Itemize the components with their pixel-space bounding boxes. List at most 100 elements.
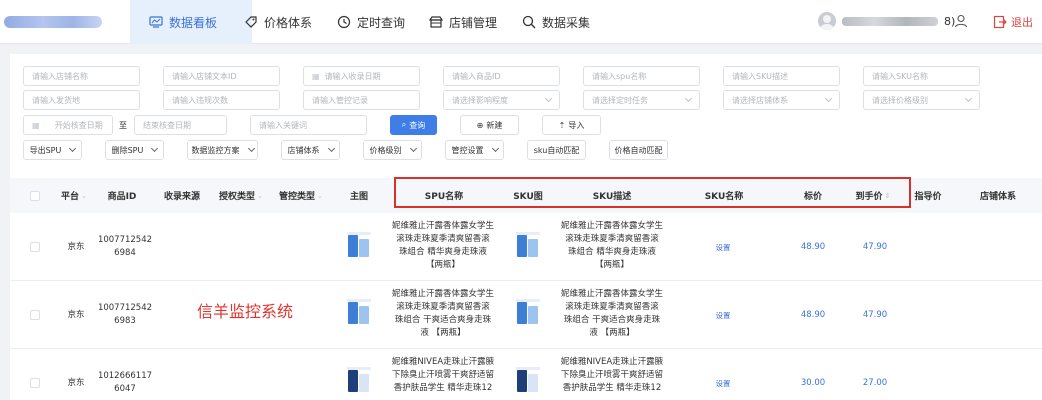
col-store-system: 店铺体系 <box>979 192 1016 202</box>
sku-name-set-link[interactable]: 设置 <box>708 377 738 390</box>
price-level-select[interactable]: 请选择价格级别 <box>863 90 980 110</box>
sku-image-thumb[interactable] <box>515 366 541 396</box>
scheduled-task-select[interactable]: 请选择定时任务 <box>583 90 700 110</box>
row-checkbox[interactable] <box>30 242 40 252</box>
import-button[interactable]: ⇡ 导入 <box>542 115 601 135</box>
sort-icon: ⌄ <box>257 191 263 200</box>
sort-icon: ⌄ <box>317 191 323 200</box>
calendar-icon: ▦ <box>312 71 320 81</box>
nav-tab-data-collection[interactable]: 数据采集 <box>522 0 590 44</box>
user-menu[interactable]: 8) <box>818 12 955 30</box>
cell-list-price: 48.90 <box>800 310 826 320</box>
upload-icon: ⇡ <box>558 120 566 130</box>
nav-tab-label: 店铺管理 <box>449 15 498 30</box>
col-collect-source: 收录来源 <box>163 192 200 202</box>
logout-icon <box>993 15 1007 29</box>
sku-name-input[interactable]: 请输入SKU名称 <box>863 66 980 86</box>
chevron-down-icon <box>247 144 255 153</box>
chevron-down-icon <box>69 144 77 153</box>
logout-label: 退出 <box>1011 16 1033 29</box>
main-image-thumb[interactable] <box>346 366 372 396</box>
cell-spu-name: 妮维雅NIVEA走珠止汗露腋 下除臭止汗喷雾干爽舒适留 香护肤品学生 精华走珠12 <box>391 357 495 393</box>
product-id-input[interactable]: 请输入商品ID <box>443 66 560 86</box>
col-control-type[interactable]: 管控类型 ⌄ <box>278 178 324 213</box>
store-system-button[interactable]: 店铺体系 <box>281 140 340 160</box>
watermark-text: 信羊监控系统 <box>197 302 294 321</box>
query-button[interactable]: ⌕ 查询 <box>390 115 437 135</box>
nav-tab-label: 数据看板 <box>169 15 218 30</box>
delete-spu-button[interactable]: 删除SPU <box>105 140 164 160</box>
sku-image-thumb[interactable] <box>515 231 541 261</box>
logout-button[interactable]: 退出 <box>993 14 1033 30</box>
nav-tab-scheduled-query[interactable]: 定时查询 <box>337 0 405 44</box>
nav-tab-label: 定时查询 <box>357 15 406 30</box>
cell-product-id: 1007712542 6983 <box>97 303 153 326</box>
tag-icon <box>244 15 258 29</box>
avatar <box>818 12 836 30</box>
start-check-date-input[interactable]: ▦ 开始核查日期 <box>23 115 113 135</box>
spu-name-input[interactable]: 请输入spu名称 <box>583 66 700 86</box>
store-system-select[interactable]: 请选择店铺体系 <box>723 90 840 110</box>
impact-level-select[interactable]: 请选择影响程度 <box>443 90 560 110</box>
cell-list-price: 48.90 <box>800 242 826 252</box>
monitor-plan-button[interactable]: 数据监控方案 <box>187 140 258 160</box>
nav-tab-dashboard[interactable]: 数据看板 <box>130 0 252 44</box>
cell-list-price: 30.00 <box>800 378 826 388</box>
chevron-down-icon <box>491 144 499 153</box>
cell-spu-name: 妮维雅止汗露香体露女学生 滚珠走珠夏季清爽留香滚 珠组合 精华爽身走珠液 【两瓶】 <box>391 221 494 270</box>
price-auto-match-button[interactable]: 价格自动匹配 <box>609 140 668 160</box>
chevron-down-icon <box>327 144 335 153</box>
cell-sku-desc: 妮维雅止汗露香体露女学生 滚珠走珠夏季清爽留香滚 珠组合 精华爽身走珠液 【两瓶】 <box>560 221 663 270</box>
nav-tab-store-management[interactable]: 店铺管理 <box>429 0 497 44</box>
highlight-box <box>394 177 911 208</box>
clock-icon <box>337 15 351 29</box>
select-all-checkbox[interactable] <box>30 191 40 201</box>
col-guide-price: 指导价 <box>914 192 942 202</box>
ship-from-input[interactable]: 请输入发货地 <box>23 90 140 110</box>
cell-platform: 京东 <box>67 378 85 388</box>
col-platform[interactable]: 平台 ⌄ <box>58 178 90 213</box>
new-button[interactable]: ⊕ 新建 <box>460 115 519 135</box>
cell-final-price: 47.90 <box>862 242 888 252</box>
keyword-input[interactable]: 请输入关键词 <box>250 115 367 135</box>
top-nav-bar: 数据看板 价格体系 定时查询 店铺管理 数据采集 8) 退出 <box>0 0 1042 44</box>
violation-count-input[interactable]: 请输入违规次数 <box>163 90 280 110</box>
nav-tab-price-system[interactable]: 价格体系 <box>244 0 312 44</box>
sku-name-set-link[interactable]: 设置 <box>708 241 738 254</box>
chevron-down-icon <box>151 144 159 153</box>
chevron-down-icon <box>824 94 833 103</box>
user-profile-icon[interactable] <box>954 14 968 28</box>
main-image-thumb[interactable] <box>346 231 372 261</box>
col-auth-type[interactable]: 授权类型 ⌄ <box>218 178 264 213</box>
cell-platform: 京东 <box>67 310 85 320</box>
cell-product-id: 1012666117 6047 <box>97 371 153 394</box>
row-checkbox[interactable] <box>30 378 40 388</box>
user-name-redacted <box>842 16 938 26</box>
chevron-down-icon <box>684 94 693 103</box>
sku-auto-match-button[interactable]: sku自动匹配 <box>527 140 586 160</box>
calendar-icon: ▦ <box>32 120 40 130</box>
sku-desc-input[interactable]: 请输入SKU描述 <box>723 66 840 86</box>
end-check-date-input[interactable]: 结束核查日期 <box>134 115 227 135</box>
chevron-down-icon <box>544 94 553 103</box>
plus-circle-icon: ⊕ <box>476 120 484 130</box>
cell-product-id: 1007712542 6984 <box>97 235 153 258</box>
price-level-button[interactable]: 价格级别 <box>363 140 422 160</box>
main-image-thumb[interactable] <box>346 298 372 328</box>
sku-name-set-link[interactable]: 设置 <box>708 309 738 322</box>
sku-image-thumb[interactable] <box>515 298 541 328</box>
cell-spu-name: 妮维雅止汗露香体露女学生 滚珠走珠夏季清爽留香滚 珠组合 干爽适合爽身走珠液 【两瓶… <box>391 289 494 338</box>
control-settings-button[interactable]: 管控设置 <box>445 140 504 160</box>
nav-tab-label: 数据采集 <box>542 15 591 30</box>
collect-date-input[interactable]: ▦ 请输入收录日期 <box>303 66 420 86</box>
store-text-id-input[interactable]: 请输入店铺文本ID <box>163 66 280 86</box>
store-name-input[interactable]: 请输入店铺名称 <box>23 66 140 86</box>
cell-final-price: 47.90 <box>862 310 888 320</box>
sort-icon: ⌄ <box>81 191 87 200</box>
row-checkbox[interactable] <box>30 310 40 320</box>
export-spu-button[interactable]: 导出SPU <box>23 140 82 160</box>
app-logo[interactable] <box>4 16 102 28</box>
date-range-separator: 至 <box>119 121 127 130</box>
cell-sku-desc: 妮维雅止汗露香体露女学生 滚珠走珠夏季清爽留香滚 珠组合 干爽适合爽身走珠液 【两瓶… <box>560 289 663 338</box>
control-record-input[interactable]: 请输入管控记录 <box>303 90 420 110</box>
